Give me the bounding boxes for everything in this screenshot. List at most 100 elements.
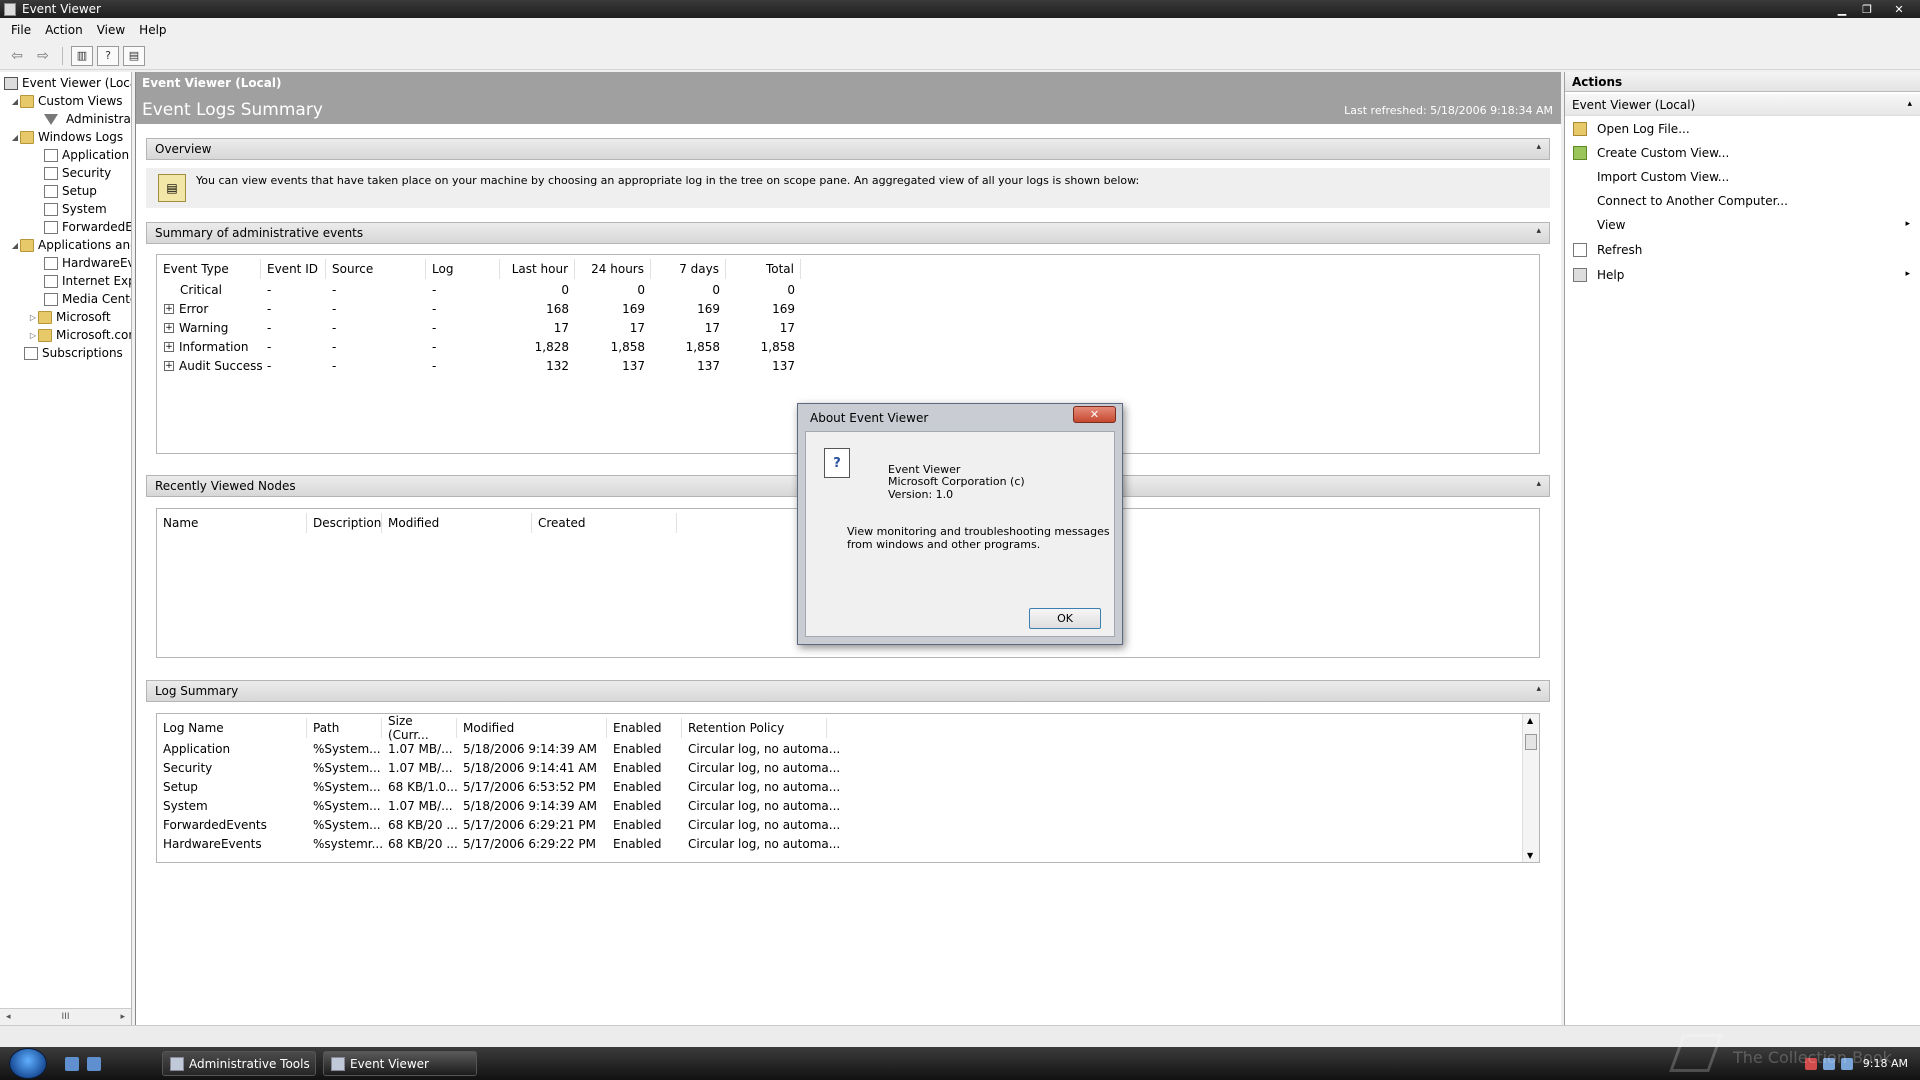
collapse-icon[interactable]: ▴	[1907, 99, 1912, 109]
actions-section-header[interactable]: Event Viewer (Local) ▴	[1565, 94, 1920, 116]
task-administrative-tools[interactable]: Administrative Tools	[162, 1051, 316, 1076]
column-header-7-days[interactable]: 7 days	[651, 259, 726, 279]
collapse-icon[interactable]: ▴	[1536, 479, 1541, 489]
enabled-cell: Enabled	[613, 798, 662, 813]
task-event-viewer[interactable]: Event Viewer	[323, 1051, 477, 1076]
internet-explorer-icon[interactable]	[87, 1057, 101, 1071]
menu-view[interactable]: View	[90, 23, 132, 37]
scroll-thumb[interactable]	[1525, 734, 1537, 750]
task-label: Event Viewer	[350, 1056, 429, 1071]
size-cell: 1.07 MB/...	[388, 741, 453, 756]
scroll-up-icon[interactable]: ▲	[1527, 716, 1533, 725]
expanded-arrow-icon[interactable]: ◢	[10, 133, 20, 142]
column-header-total[interactable]: Total	[726, 259, 801, 279]
collapsed-arrow-icon[interactable]: ▷	[28, 331, 38, 340]
expanded-arrow-icon[interactable]: ◢	[10, 241, 20, 250]
tree-item-internet-explorer[interactable]: Internet Explorer	[44, 272, 131, 290]
toolbar-separator	[62, 46, 63, 65]
last-hour-cell: 1,828	[534, 339, 569, 354]
action-view[interactable]: View ▸	[1565, 214, 1920, 236]
tree-item-root[interactable]: Event Viewer (Local)	[4, 74, 131, 92]
size-cell: 68 KB/20 ...	[388, 836, 458, 851]
tree-item-windows-logs[interactable]: ◢ Windows Logs	[10, 128, 123, 146]
ok-button[interactable]: OK	[1029, 608, 1101, 629]
help-icon[interactable]: ?	[97, 45, 119, 66]
show-desktop-icon[interactable]	[65, 1057, 79, 1071]
scroll-left-icon[interactable]: ◂	[6, 1012, 11, 1022]
scroll-thumb[interactable]: III	[62, 1012, 70, 1022]
column-header-modified[interactable]: Modified	[382, 513, 532, 533]
tree-item-setup[interactable]: Setup	[44, 182, 97, 200]
action-refresh[interactable]: Refresh	[1565, 239, 1920, 261]
restore-button[interactable]: ❐	[1856, 2, 1878, 16]
tree-item-forwarded-events[interactable]: ForwardedEvents	[44, 218, 131, 236]
column-header-enabled[interactable]: Enabled	[607, 718, 682, 738]
tree-item-security[interactable]: Security	[44, 164, 111, 182]
column-header-name[interactable]: Name	[157, 513, 307, 533]
close-button[interactable]: ✕	[1881, 2, 1917, 16]
tree-horizontal-scrollbar[interactable]: ◂ III ▸	[0, 1008, 131, 1025]
back-arrow-icon[interactable]: ⇦	[6, 46, 28, 66]
expand-icon[interactable]: +	[164, 341, 174, 352]
menu-file[interactable]: File	[4, 23, 38, 37]
show-hide-action-pane-icon[interactable]: ▤	[123, 45, 145, 66]
collapse-icon[interactable]: ▴	[1536, 684, 1541, 694]
collapse-icon[interactable]: ▴	[1536, 226, 1541, 236]
action-help[interactable]: Help ▸	[1565, 264, 1920, 286]
tree-item-hardware-events[interactable]: HardwareEvents	[44, 254, 131, 272]
expand-icon[interactable]: +	[164, 322, 174, 333]
forward-arrow-icon[interactable]: ⇨	[32, 46, 54, 66]
tree-item-microsoft[interactable]: ▷ Microsoft	[28, 308, 111, 326]
column-header-size[interactable]: Size (Curr...	[382, 714, 457, 742]
column-header-description[interactable]: Description	[307, 513, 382, 533]
column-header-24-hours[interactable]: 24 hours	[575, 259, 651, 279]
scroll-down-icon[interactable]: ▼	[1527, 851, 1533, 860]
overview-section-header[interactable]: Overview ▴	[146, 138, 1550, 160]
minimize-button[interactable]: ▁	[1831, 2, 1853, 16]
tree-item-application[interactable]: Application	[44, 146, 129, 164]
column-header-retention-policy[interactable]: Retention Policy	[682, 718, 827, 738]
total-cell: 137	[772, 358, 795, 373]
tree-item-administrative-events[interactable]: Administrative Events	[44, 110, 131, 128]
column-header-event-id[interactable]: Event ID	[261, 259, 326, 279]
menu-action[interactable]: Action	[38, 23, 90, 37]
dialog-title: About Event Viewer	[810, 411, 929, 425]
tree-item-microsoft-com[interactable]: ▷ Microsoft.com	[28, 326, 131, 344]
action-import-custom-view[interactable]: Import Custom View...	[1565, 166, 1920, 188]
log-summary-section-header[interactable]: Log Summary ▴	[146, 680, 1550, 702]
log-summary-vertical-scrollbar[interactable]: ▲ ▼	[1522, 714, 1539, 862]
dialog-body: ? Event Viewer Microsoft Corporation (c)…	[805, 431, 1115, 637]
column-header-modified[interactable]: Modified	[457, 718, 607, 738]
action-connect-computer[interactable]: Connect to Another Computer...	[1565, 190, 1920, 212]
menu-help[interactable]: Help	[132, 23, 173, 37]
column-header-path[interactable]: Path	[307, 718, 382, 738]
expanded-arrow-icon[interactable]: ◢	[10, 97, 20, 106]
expand-icon[interactable]: +	[164, 303, 174, 314]
summary-section-header[interactable]: Summary of administrative events ▴	[146, 222, 1550, 244]
tree-item-label: Microsoft	[56, 310, 111, 324]
column-header-last-hour[interactable]: Last hour	[500, 259, 575, 279]
last-hour-cell: 17	[553, 320, 569, 335]
event-viewer-icon	[331, 1057, 345, 1071]
scroll-right-icon[interactable]: ▸	[120, 1012, 125, 1022]
collapse-icon[interactable]: ▴	[1536, 142, 1541, 152]
column-header-event-type[interactable]: Event Type	[157, 259, 261, 279]
column-header-source[interactable]: Source	[326, 259, 426, 279]
tree-item-custom-views[interactable]: ◢ Custom Views	[10, 92, 123, 110]
dialog-close-button[interactable]: ✕	[1073, 406, 1116, 423]
start-button[interactable]	[9, 1048, 47, 1079]
show-hide-console-tree-icon[interactable]: ▥	[71, 45, 93, 66]
column-header-created[interactable]: Created	[532, 513, 677, 533]
action-open-log-file[interactable]: Open Log File...	[1565, 118, 1920, 140]
tree-item-system[interactable]: System	[44, 200, 107, 218]
expand-icon[interactable]: +	[164, 360, 174, 371]
24-hours-cell: 17	[629, 320, 645, 335]
log-name-cell: Security	[163, 760, 213, 775]
column-header-log-name[interactable]: Log Name	[157, 718, 307, 738]
tree-item-subscriptions[interactable]: Subscriptions	[24, 344, 123, 362]
column-header-log[interactable]: Log	[426, 259, 500, 279]
tree-item-applications-services[interactable]: ◢ Applications and Services Logs	[10, 236, 131, 254]
action-create-custom-view[interactable]: Create Custom View...	[1565, 142, 1920, 164]
tree-item-media-center[interactable]: Media Center	[44, 290, 131, 308]
collapsed-arrow-icon[interactable]: ▷	[28, 313, 38, 322]
